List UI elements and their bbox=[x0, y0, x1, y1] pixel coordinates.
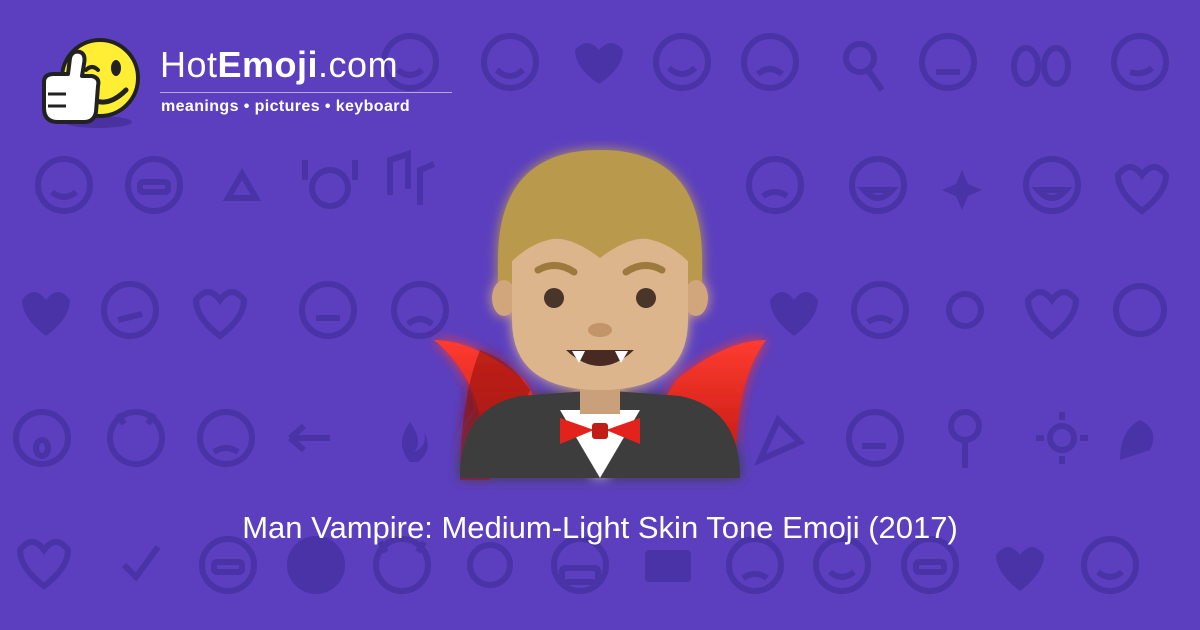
logo-tagline: meanings • pictures • keyboard bbox=[161, 98, 411, 115]
pattern-eyes-icon bbox=[1011, 45, 1071, 87]
pattern-camera-icon bbox=[645, 550, 691, 582]
logo-wordmark: HotEmoji.com bbox=[160, 44, 398, 86]
pattern-ok-hand-icon bbox=[843, 41, 885, 92]
pattern-heart-icon bbox=[996, 547, 1044, 591]
pattern-relieved-face-icon bbox=[35, 156, 93, 214]
pattern-laugh-face-icon bbox=[849, 156, 907, 214]
pattern-smile-face-icon bbox=[481, 33, 539, 91]
pattern-neutral-face-icon bbox=[919, 33, 977, 91]
pattern-hearts-icon bbox=[575, 43, 623, 84]
pattern-sun-icon bbox=[1036, 412, 1088, 464]
pattern-rose-icon bbox=[948, 409, 982, 468]
pattern-striped-heart-icon bbox=[192, 289, 248, 340]
pattern-recycle-icon bbox=[222, 168, 262, 201]
thumbs-up-wink-face-icon bbox=[42, 38, 140, 128]
pattern-tired-face-icon bbox=[851, 281, 909, 339]
pattern-striped-heart-icon bbox=[16, 539, 72, 590]
man-vampire-medium-light-skin-tone-icon bbox=[434, 150, 766, 480]
pattern-tongue-face-icon bbox=[299, 281, 357, 339]
logo-divider bbox=[160, 92, 452, 93]
pattern-left-arrow-icon bbox=[288, 423, 330, 453]
pattern-tongue-wink-face-icon bbox=[846, 409, 904, 467]
emoji-caption: Man Vampire: Medium-Light Skin Tone Emoj… bbox=[242, 510, 958, 545]
pattern-check-mark-icon bbox=[121, 545, 161, 582]
pattern-broken-heart-icon bbox=[22, 292, 70, 336]
pattern-relieved-face-icon bbox=[1081, 536, 1139, 594]
pattern-mask-face-icon bbox=[551, 536, 609, 594]
pattern-flexed-biceps-icon bbox=[1120, 420, 1154, 460]
pattern-striped-heart-icon bbox=[1114, 164, 1170, 215]
pattern-sparkles-icon bbox=[942, 170, 982, 210]
logo-name-bold: Emoji bbox=[217, 44, 319, 85]
pattern-smile-face-icon bbox=[653, 33, 711, 91]
pattern-scream-face-icon bbox=[13, 409, 71, 467]
pattern-heart-outline-icon bbox=[1024, 289, 1080, 340]
pattern-grin-face-icon bbox=[199, 536, 257, 594]
pattern-laugh-face-icon bbox=[1023, 156, 1081, 214]
pattern-grin-face-icon bbox=[125, 156, 183, 214]
logo-name-prefix: Hot bbox=[160, 44, 218, 85]
pattern-raising-hands-icon bbox=[302, 160, 358, 209]
logo-name-suffix: .com bbox=[318, 44, 399, 85]
pattern-cat-face-icon bbox=[373, 536, 431, 594]
site-logo[interactable]: HotEmoji.com meanings • pictures • keybo… bbox=[38, 34, 468, 134]
pattern-revolving-hearts-icon bbox=[946, 291, 984, 329]
pattern-angry-face-icon bbox=[197, 409, 255, 467]
pattern-slight-smile-face-icon bbox=[813, 536, 871, 594]
pattern-smirk-face-icon bbox=[1111, 33, 1169, 91]
pattern-face-icon bbox=[287, 536, 345, 594]
pattern-wave-hand-icon bbox=[467, 542, 513, 588]
pattern-weary-face-icon bbox=[741, 33, 799, 91]
pattern-monkey-icon bbox=[1113, 283, 1167, 337]
pattern-devil-face-icon bbox=[107, 409, 165, 467]
pattern-worried-face-icon bbox=[726, 536, 784, 594]
pattern-confused-face-icon bbox=[101, 281, 159, 339]
pattern-grin-face-icon bbox=[901, 536, 959, 594]
